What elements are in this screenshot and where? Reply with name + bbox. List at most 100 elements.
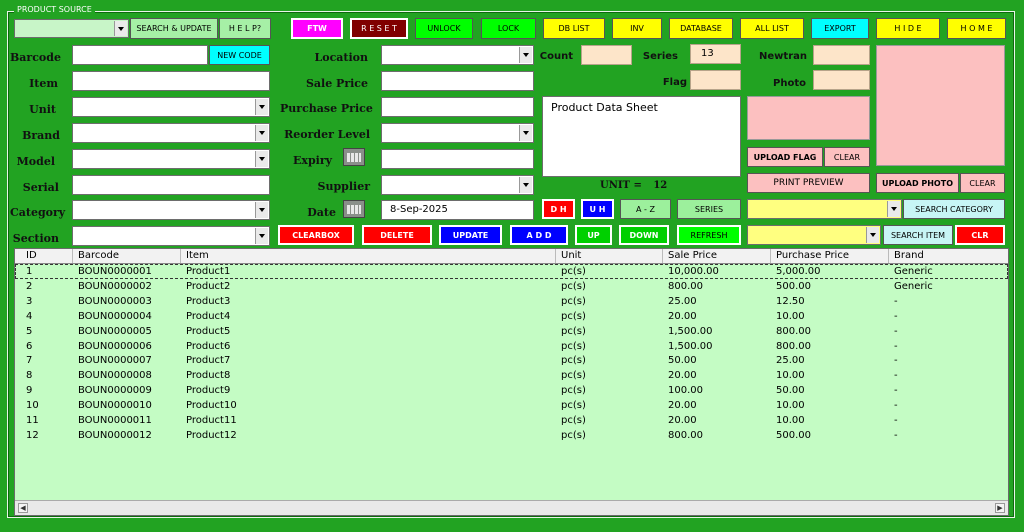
- table-row[interactable]: 8 BOUN0000008 Product8 pc(s) 20.00 10.00 -: [15, 368, 1008, 383]
- dh-button[interactable]: D H: [542, 199, 575, 219]
- barcode-field[interactable]: [72, 45, 208, 65]
- table-row[interactable]: 2 BOUN0000002 Product2 pc(s) 800.00 500.00 Gen…: [15, 279, 1008, 294]
- unit-combo[interactable]: [72, 97, 270, 117]
- expiry-field[interactable]: [381, 149, 534, 169]
- horizontal-scrollbar[interactable]: ◀ ▶: [15, 500, 1008, 515]
- serial-field[interactable]: [72, 175, 270, 195]
- chevron-down-icon[interactable]: [114, 21, 127, 36]
- lock-button[interactable]: LOCK: [481, 18, 536, 39]
- scroll-right-icon[interactable]: ▶: [995, 503, 1005, 513]
- db-list-button[interactable]: DB LIST: [543, 18, 605, 39]
- upload-flag-button[interactable]: UPLOAD FLAG: [747, 147, 823, 167]
- photo-field[interactable]: [813, 70, 870, 90]
- table-row[interactable]: 7 BOUN0000007 Product7 pc(s) 50.00 25.00 -: [15, 353, 1008, 368]
- section-combo[interactable]: [72, 226, 270, 246]
- table-cell: pc(s): [561, 280, 586, 292]
- chevron-down-icon[interactable]: [255, 125, 268, 141]
- chevron-down-icon[interactable]: [866, 227, 879, 243]
- calendar-icon[interactable]: [343, 148, 365, 166]
- chevron-down-icon[interactable]: [255, 151, 268, 167]
- chevron-down-icon[interactable]: [519, 177, 532, 193]
- newtran-field[interactable]: [813, 45, 870, 65]
- print-preview-button[interactable]: PRINT PREVIEW: [747, 173, 870, 193]
- az-button[interactable]: A - Z: [620, 199, 671, 219]
- reset-button[interactable]: R E S E T: [350, 18, 408, 39]
- down-button[interactable]: DOWN: [619, 225, 669, 245]
- top-search-combo[interactable]: [14, 19, 129, 38]
- search-update-button[interactable]: SEARCH & UPDATE: [130, 18, 218, 39]
- model-combo[interactable]: [72, 149, 270, 169]
- table-cell: pc(s): [561, 266, 586, 277]
- refresh-button[interactable]: REFRESH: [677, 225, 741, 245]
- table-row[interactable]: 1 BOUN0000001 Product1 pc(s) 10,000.00 5,000.…: [15, 264, 1008, 279]
- table-row[interactable]: 11 BOUN0000011 Product11 pc(s) 20.00 10.00 -: [15, 413, 1008, 428]
- reorder-level-combo[interactable]: [381, 123, 534, 143]
- update-button[interactable]: UPDATE: [439, 225, 502, 245]
- item-field[interactable]: [72, 71, 270, 91]
- series-button[interactable]: SERIES: [677, 199, 741, 219]
- search-item-button[interactable]: SEARCH ITEM: [883, 225, 953, 245]
- category-combo[interactable]: [72, 200, 270, 220]
- chevron-down-icon[interactable]: [519, 125, 532, 141]
- table-cell: -: [894, 429, 898, 441]
- flag-field[interactable]: [690, 70, 741, 90]
- unlock-button[interactable]: UNLOCK: [415, 18, 473, 39]
- delete-button[interactable]: DELETE: [362, 225, 432, 245]
- hide-button[interactable]: H I D E: [876, 18, 940, 39]
- table-row[interactable]: 4 BOUN0000004 Product4 pc(s) 20.00 10.00 -: [15, 309, 1008, 324]
- chevron-down-icon[interactable]: [255, 202, 268, 218]
- table-cell: 1,500.00: [668, 325, 713, 337]
- column-header[interactable]: Purchase Price: [771, 249, 889, 263]
- table-cell: pc(s): [561, 400, 586, 412]
- home-button[interactable]: H O M E: [947, 18, 1006, 39]
- table-row[interactable]: 9 BOUN0000009 Product9 pc(s) 100.00 50.00 -: [15, 383, 1008, 398]
- table-row[interactable]: 12 BOUN0000012 Product12 pc(s) 800.00 500.00 -: [15, 428, 1008, 443]
- search-category-button[interactable]: SEARCH CATEGORY: [903, 199, 1005, 219]
- chevron-down-icon[interactable]: [887, 201, 900, 217]
- supplier-label: Supplier: [317, 180, 370, 193]
- purchase-price-field[interactable]: [381, 97, 534, 117]
- ftw-button[interactable]: FTW: [291, 18, 343, 39]
- product-table[interactable]: ID Barcode Item Unit Sale Price Purchase Pric…: [14, 248, 1009, 516]
- chevron-down-icon[interactable]: [255, 228, 268, 244]
- calendar-icon[interactable]: [343, 200, 365, 218]
- upload-photo-button[interactable]: UPLOAD PHOTO: [876, 173, 959, 193]
- column-header[interactable]: Barcode: [73, 249, 181, 263]
- uh-button[interactable]: U H: [581, 199, 614, 219]
- chevron-down-icon[interactable]: [255, 99, 268, 115]
- scroll-left-icon[interactable]: ◀: [18, 503, 28, 513]
- clr-button[interactable]: CLR: [955, 225, 1005, 245]
- export-button[interactable]: EXPORT: [811, 18, 869, 39]
- location-combo[interactable]: [381, 45, 534, 65]
- category-search-combo[interactable]: [747, 199, 902, 219]
- database-button[interactable]: DATABASE: [669, 18, 733, 39]
- chevron-down-icon[interactable]: [519, 47, 532, 63]
- item-search-combo[interactable]: [747, 225, 881, 245]
- add-button[interactable]: A D D: [510, 225, 568, 245]
- series-field[interactable]: 13: [690, 44, 741, 64]
- inv-button[interactable]: INV: [612, 18, 662, 39]
- clear-photo-button[interactable]: CLEAR: [960, 173, 1005, 193]
- new-code-button[interactable]: NEW CODE: [209, 45, 270, 65]
- table-row[interactable]: 10 BOUN0000010 Product10 pc(s) 20.00 10.00 -: [15, 398, 1008, 413]
- sale-price-field[interactable]: [381, 71, 534, 91]
- help-button[interactable]: H E L P?: [219, 18, 271, 39]
- column-header[interactable]: Unit: [556, 249, 663, 263]
- up-button[interactable]: UP: [575, 225, 612, 245]
- table-cell: BOUN0000010: [78, 400, 152, 412]
- table-row[interactable]: 5 BOUN0000005 Product5 pc(s) 1,500.00 800.00 -: [15, 324, 1008, 339]
- date-field[interactable]: 8-Sep-2025: [381, 200, 534, 220]
- column-header[interactable]: ID: [21, 249, 73, 263]
- table-cell: Product8: [186, 370, 231, 382]
- table-row[interactable]: 6 BOUN0000006 Product6 pc(s) 1,500.00 800.00 -: [15, 339, 1008, 354]
- clearbox-button[interactable]: CLEARBOX: [278, 225, 354, 245]
- all-list-button[interactable]: ALL LIST: [740, 18, 804, 39]
- column-header[interactable]: Brand: [889, 249, 1008, 263]
- count-field[interactable]: [581, 45, 632, 65]
- clear-flag-button[interactable]: CLEAR: [824, 147, 870, 167]
- supplier-combo[interactable]: [381, 175, 534, 195]
- column-header[interactable]: Item: [181, 249, 556, 263]
- brand-combo[interactable]: [72, 123, 270, 143]
- table-row[interactable]: 3 BOUN0000003 Product3 pc(s) 25.00 12.50 -: [15, 294, 1008, 309]
- column-header[interactable]: Sale Price: [663, 249, 771, 263]
